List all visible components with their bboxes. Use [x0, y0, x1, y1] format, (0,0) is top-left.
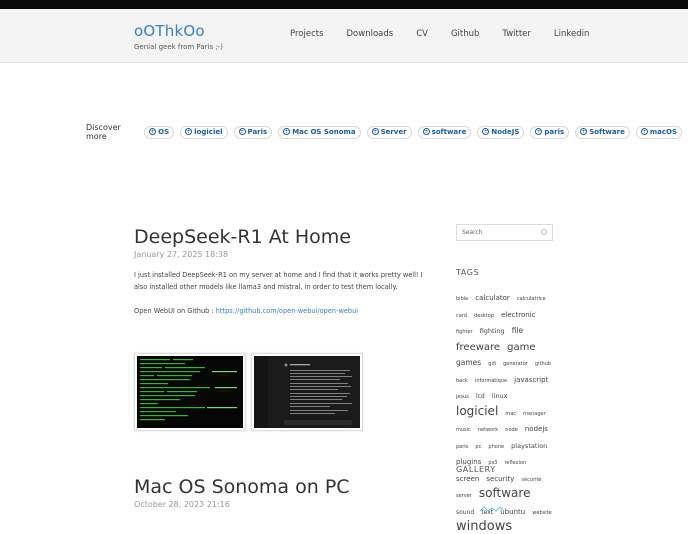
post-link-line: Open WebUI on Github : https://github.co… — [134, 307, 359, 315]
tag-cloud-item[interactable]: bible — [456, 296, 468, 302]
tag-cloud-item[interactable]: file — [512, 326, 523, 335]
tag-cloud-item[interactable]: sound — [456, 509, 474, 516]
plus-circle-icon: + — [535, 128, 543, 135]
plus-circle-icon: + — [422, 128, 430, 135]
tag-cloud-item[interactable]: network — [478, 427, 498, 433]
tag-cloud-item[interactable]: github — [535, 361, 551, 367]
tag-cloud-item[interactable]: music — [456, 427, 471, 433]
top-bar — [0, 0, 688, 9]
plus-circle-icon: + — [283, 128, 291, 135]
plus-circle-icon: + — [185, 128, 193, 135]
tag-cloud-item[interactable]: freeware — [456, 342, 500, 353]
plus-circle-icon: + — [149, 128, 157, 135]
discover-tag[interactable]: + Mac OS Sonoma — [278, 125, 361, 139]
terminal-screenshot-image — [137, 356, 243, 428]
search-placeholder: Search — [462, 229, 483, 236]
search-icon[interactable] — [541, 229, 547, 235]
discover-tag[interactable]: + Paris — [233, 125, 273, 139]
discover-tag[interactable]: + OS — [144, 125, 175, 139]
search-input[interactable]: Search — [456, 224, 553, 241]
post-title[interactable]: DeepSeek-R1 At Home — [134, 226, 434, 248]
tag-cloud-item[interactable]: paris — [456, 444, 468, 450]
nav-projects[interactable]: Projects — [290, 29, 324, 39]
nav-twitter[interactable]: Twitter — [502, 29, 531, 39]
tag-cloud-item[interactable]: playstation — [511, 442, 547, 450]
tag-cloud-item[interactable]: nodejs — [525, 425, 548, 433]
tag-cloud-item[interactable]: fighter — [456, 329, 473, 335]
site-title[interactable]: oOThkOo — [134, 22, 223, 40]
tag-cloud-item[interactable]: game — [507, 342, 535, 353]
main-nav: Projects Downloads CV Github Twitter Lin… — [290, 29, 612, 39]
tag-cloud-item[interactable]: fighting — [480, 327, 505, 335]
tag-cloud-item[interactable]: website — [532, 510, 551, 516]
discover-tag[interactable]: + software — [417, 125, 472, 139]
post-macos-sonoma: Mac OS Sonoma on PC October 28, 2023 21:… — [134, 476, 350, 509]
tag-cloud-item[interactable]: phone — [488, 444, 504, 450]
discover-tag[interactable]: + NodeJS — [477, 125, 525, 139]
nav-downloads[interactable]: Downloads — [347, 29, 394, 39]
tag-cloud-item[interactable]: calculator — [475, 294, 510, 302]
tag-cloud-item[interactable]: security — [486, 475, 514, 483]
tag-cloud-item[interactable]: logiciel — [456, 404, 498, 418]
discover-label: Discover more — [86, 123, 121, 141]
post-deepseek: DeepSeek-R1 At Home January 27, 2025 18:… — [134, 226, 434, 431]
github-link[interactable]: https://github.com/open-webui/open-webui — [216, 307, 358, 315]
tag-cloud-item[interactable]: pc — [475, 444, 481, 450]
tag-cloud-item[interactable]: server — [456, 493, 472, 499]
plus-circle-icon: + — [580, 128, 588, 135]
tag-cloud: bible calculator calculatrice card deskt… — [456, 289, 556, 534]
post-date: January 27, 2025 18:38 — [134, 250, 229, 259]
discover-tag[interactable]: + Software — [575, 125, 630, 139]
site-tagline: Genial geek from Paris ;-) — [134, 43, 223, 51]
post-date: October 28, 2023 21:16 — [134, 500, 230, 509]
tag-cloud-item[interactable]: lcd — [476, 393, 485, 400]
webui-screenshot-thumbnail[interactable] — [251, 353, 363, 431]
discover-tag[interactable]: + logiciel — [180, 125, 228, 139]
tag-cloud-item[interactable]: card — [456, 313, 467, 319]
post-gallery — [134, 353, 434, 431]
tags-heading: TAGS — [456, 268, 480, 277]
tag-cloud-item[interactable]: linux — [492, 392, 508, 400]
tag-cloud-item[interactable]: informatique — [475, 378, 507, 384]
tag-cloud-item[interactable]: sécurité — [521, 477, 541, 483]
site-header: oOThkOo Genial geek from Paris ;-) Proje… — [0, 9, 688, 63]
discover-more-bar: Discover more + OS + logiciel + Paris + Mac … — [86, 123, 688, 141]
gallery-image-peek[interactable] — [478, 506, 518, 512]
tag-cloud-item[interactable]: software — [479, 486, 531, 500]
plus-circle-icon: + — [238, 128, 246, 135]
tag-cloud-item[interactable]: screen — [456, 475, 479, 483]
tag-cloud-item[interactable]: gdi — [488, 361, 496, 367]
nav-github[interactable]: Github — [451, 29, 479, 39]
tag-cloud-item[interactable]: mac — [505, 411, 516, 417]
nav-linkedin[interactable]: Linkedin — [554, 29, 589, 39]
sidebar: Search TAGS bible calculator calculatric… — [456, 224, 554, 534]
nav-cv[interactable]: CV — [416, 29, 428, 39]
webui-screenshot-image — [254, 356, 360, 428]
plus-circle-icon: + — [640, 128, 648, 135]
tag-cloud-item[interactable]: desktop — [474, 313, 494, 319]
brand: oOThkOo Genial geek from Paris ;-) — [134, 22, 223, 51]
plus-circle-icon: + — [482, 128, 490, 135]
terminal-screenshot-thumbnail[interactable] — [134, 353, 246, 431]
tag-cloud-item[interactable]: node — [505, 427, 517, 433]
post-title[interactable]: Mac OS Sonoma on PC — [134, 476, 350, 498]
discover-tag[interactable]: + Server — [366, 125, 412, 139]
tag-cloud-item[interactable]: hack — [456, 378, 468, 384]
tag-cloud-item[interactable]: games — [456, 358, 481, 367]
discover-tag[interactable]: + paris — [530, 125, 570, 139]
plus-circle-icon: + — [371, 128, 379, 135]
tag-cloud-item[interactable]: electronic — [501, 311, 535, 319]
tag-cloud-item[interactable]: manager — [523, 411, 545, 417]
tag-cloud-item[interactable]: reflexion — [504, 460, 526, 466]
gallery-heading: GALLERY — [456, 465, 496, 474]
tag-cloud-item[interactable]: generator — [503, 361, 528, 367]
tag-cloud-item[interactable]: windows — [456, 519, 512, 534]
tag-cloud-item[interactable]: javascript — [514, 376, 548, 384]
post-paragraph: I just installed DeepSeek-R1 on my serve… — [134, 271, 423, 291]
tag-cloud-item[interactable]: jesus — [456, 394, 469, 400]
tag-cloud-item[interactable]: calculatrice — [517, 296, 546, 302]
discover-tag[interactable]: + macOS — [635, 125, 682, 139]
